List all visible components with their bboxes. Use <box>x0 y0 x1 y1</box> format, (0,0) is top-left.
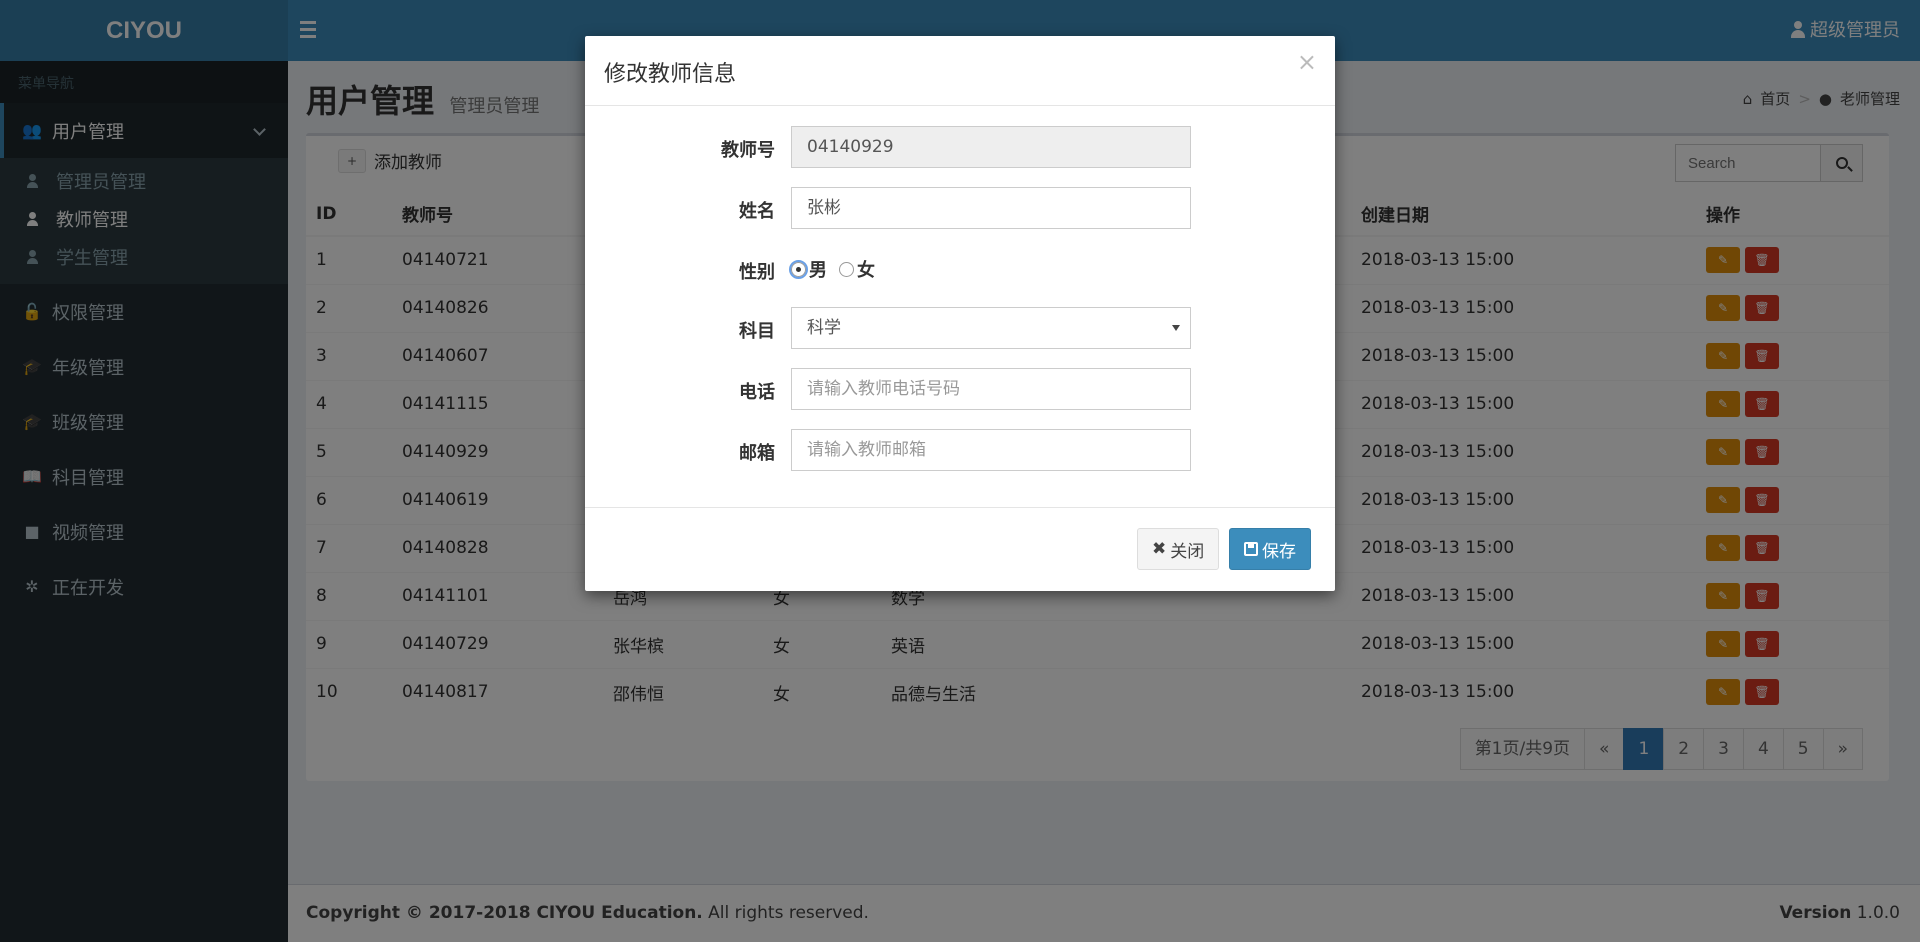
name-row: 姓名 张彬 <box>585 187 1335 229</box>
gender-female-label[interactable]: 女 <box>857 256 875 282</box>
subject-select[interactable]: 科学 <box>791 307 1191 349</box>
name-field[interactable]: 张彬 <box>791 187 1191 229</box>
gender-row: 性别 男 女 <box>585 248 1335 290</box>
gender-label: 性别 <box>739 262 775 283</box>
modal-footer: ✖ 关闭 保存 <box>585 507 1335 591</box>
gender-male-radio[interactable] <box>789 259 808 279</box>
save-icon <box>1244 542 1258 556</box>
email-label: 邮箱 <box>739 443 775 464</box>
teacher-no-row: 教师号 04140929 <box>585 126 1335 168</box>
close-button[interactable]: ✖ 关闭 <box>1137 528 1220 570</box>
subject-label: 科目 <box>739 321 775 342</box>
save-button[interactable]: 保存 <box>1229 528 1311 570</box>
close-button-label: 关闭 <box>1170 541 1205 562</box>
phone-label: 电话 <box>739 382 775 403</box>
caret-down-icon <box>1172 325 1180 331</box>
save-button-label: 保存 <box>1262 541 1296 562</box>
phone-field[interactable]: 请输入教师电话号码 <box>791 368 1191 410</box>
times-icon: ✖ <box>1152 539 1167 559</box>
subject-selected-value: 科学 <box>807 318 841 338</box>
name-label: 姓名 <box>739 201 775 222</box>
gender-male-label[interactable]: 男 <box>809 256 827 282</box>
gender-female-radio[interactable] <box>839 261 854 277</box>
gender-radio-group: 男 女 <box>789 256 875 282</box>
email-field[interactable]: 请输入教师邮箱 <box>791 429 1191 471</box>
modal-title: 修改教师信息 <box>604 62 737 87</box>
teacher-no-label: 教师号 <box>721 140 775 161</box>
modal-header: 修改教师信息 × <box>585 36 1335 106</box>
teacher-no-field[interactable]: 04140929 <box>791 126 1191 168</box>
edit-teacher-modal: 修改教师信息 × 教师号 04140929 姓名 张彬 性别 男 女 科目 科学… <box>585 36 1335 591</box>
subject-row: 科目 科学 <box>585 307 1335 349</box>
email-row: 邮箱 请输入教师邮箱 <box>585 429 1335 471</box>
phone-row: 电话 请输入教师电话号码 <box>585 368 1335 410</box>
close-icon[interactable]: × <box>1297 50 1317 74</box>
